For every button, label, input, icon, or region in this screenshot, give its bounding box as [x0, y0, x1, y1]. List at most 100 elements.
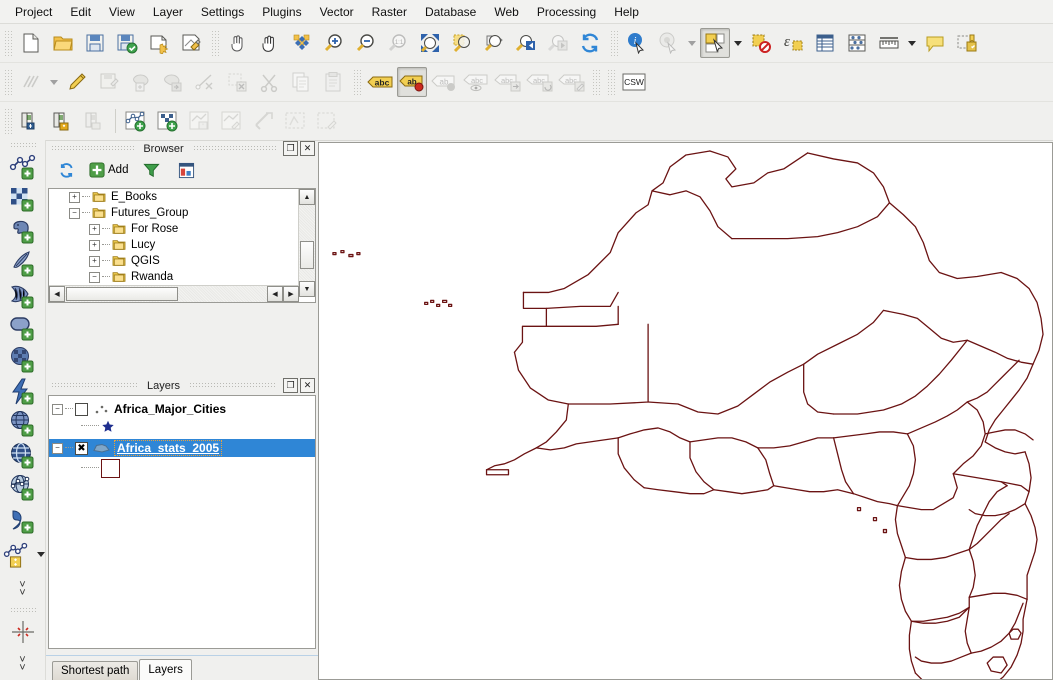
add-db2-layer-icon[interactable]: [5, 344, 41, 376]
layout-manager-icon[interactable]: [176, 28, 206, 58]
browser-tree[interactable]: + E_Books − Futures_Group + For Rose + L…: [48, 188, 316, 303]
panel-drag-dots[interactable]: [51, 382, 138, 389]
refresh-icon[interactable]: [575, 28, 605, 58]
add-delimited-text-layer-icon[interactable]: [5, 504, 41, 536]
tree-item-for-rose[interactable]: + For Rose: [49, 221, 299, 237]
menu-item-processing[interactable]: Processing: [528, 3, 605, 21]
expander-icon[interactable]: −: [89, 271, 100, 283]
layer-visibility-checkbox[interactable]: [75, 402, 88, 416]
offline-editing-icon[interactable]: [48, 106, 78, 136]
add-mssql-layer-icon[interactable]: [5, 280, 41, 312]
zoom-full-icon[interactable]: [415, 28, 445, 58]
add-postgis-layer-icon[interactable]: [5, 215, 41, 247]
add-oracle-layer-icon[interactable]: [5, 312, 41, 344]
new-layer-dropdown-icon[interactable]: [36, 552, 45, 558]
new-print-layout-icon[interactable]: [144, 28, 174, 58]
move-feature-icon[interactable]: [287, 28, 317, 58]
toolbar-grip-plugins-a[interactable]: [592, 69, 601, 95]
tree-item-lucy[interactable]: + Lucy: [49, 237, 299, 253]
open-project-icon[interactable]: [48, 28, 78, 58]
scroll-thumb[interactable]: [300, 241, 314, 269]
menu-item-raster[interactable]: Raster: [363, 3, 416, 21]
menu-item-web[interactable]: Web: [485, 3, 527, 21]
pin-labels-icon[interactable]: ab: [397, 67, 427, 97]
deselect-features-icon[interactable]: [746, 28, 776, 58]
menu-item-view[interactable]: View: [100, 3, 144, 21]
zoom-out-icon[interactable]: [351, 28, 381, 58]
layers-tree[interactable]: − Africa_Major_Cities − ✖ Africa_stats_2…: [48, 395, 316, 649]
scroll-down-button[interactable]: ▼: [299, 281, 315, 297]
refresh-browser-icon[interactable]: [50, 157, 82, 183]
toggle-editing-icon[interactable]: [62, 67, 92, 97]
toolbar-grip-label[interactable]: [353, 69, 362, 95]
filter-browser-icon[interactable]: [135, 157, 167, 183]
toolbar-grip-metasearch[interactable]: [607, 69, 616, 95]
expand-toolbar-chevron-bottom-icon[interactable]: ˅ ˅: [5, 648, 41, 680]
menu-item-database[interactable]: Database: [416, 3, 485, 21]
panel-drag-dots-right[interactable]: [192, 145, 276, 152]
new-project-icon[interactable]: [16, 28, 46, 58]
zoom-layer-icon[interactable]: [479, 28, 509, 58]
select-features-icon[interactable]: [700, 28, 730, 58]
add-spatialite-layer-icon[interactable]: [5, 247, 41, 279]
menu-item-edit[interactable]: Edit: [61, 3, 100, 21]
tab-layers[interactable]: Layers: [139, 659, 192, 680]
tree-item-qgis[interactable]: + QGIS: [49, 253, 299, 269]
browser-horizontal-scrollbar[interactable]: ◀ ◀ ▶: [49, 285, 299, 302]
tab-shortest-path[interactable]: Shortest path: [52, 661, 139, 680]
toolbar-grip-attributes[interactable]: [610, 30, 619, 56]
metasearch-csw-icon[interactable]: CSW: [619, 67, 649, 97]
collapse-all-icon[interactable]: [170, 157, 202, 183]
new-bookmark-icon[interactable]: [952, 28, 982, 58]
save-project-icon[interactable]: [80, 28, 110, 58]
menu-item-plugins[interactable]: Plugins: [253, 3, 310, 21]
add-virtual-layer-icon[interactable]: [5, 376, 41, 408]
toolbar-grip-navigation[interactable]: [211, 30, 220, 56]
georeferencer-icon[interactable]: [5, 616, 41, 648]
expander-icon[interactable]: +: [69, 191, 80, 203]
current-edits-dropdown-icon[interactable]: [50, 79, 58, 85]
layer-expander-icon[interactable]: −: [52, 442, 63, 454]
toolbar-grip-database[interactable]: [4, 108, 13, 134]
new-shapefile-layer-icon[interactable]: [0, 537, 34, 573]
add-wcs-layer-icon[interactable]: [5, 440, 41, 472]
attribute-table-icon[interactable]: [810, 28, 840, 58]
zoom-last-icon[interactable]: [511, 28, 541, 58]
browser-float-button[interactable]: ❐: [283, 141, 298, 156]
tree-item-rwanda[interactable]: − Rwanda: [49, 269, 299, 285]
add-selected-layers-button[interactable]: Add: [85, 157, 132, 183]
statistics-icon[interactable]: [842, 28, 872, 58]
panel-drag-dots[interactable]: [51, 145, 135, 152]
layers-float-button[interactable]: ❐: [283, 378, 298, 393]
layer-row-africa-stats-2005[interactable]: − ✖ Africa_stats_2005: [49, 439, 315, 457]
zoom-in-icon[interactable]: [319, 28, 349, 58]
toolbar-grip[interactable]: [4, 30, 13, 56]
label-layer-icon[interactable]: abc: [365, 67, 395, 97]
menu-item-settings[interactable]: Settings: [192, 3, 253, 21]
select-features-dropdown-icon[interactable]: [734, 40, 742, 46]
scroll-left-button[interactable]: ◀: [49, 286, 65, 302]
menu-item-help[interactable]: Help: [605, 3, 648, 21]
pan-map-icon[interactable]: [255, 28, 285, 58]
save-project-as-icon[interactable]: [112, 28, 142, 58]
scroll-up-button[interactable]: ▲: [299, 189, 315, 205]
scroll-right-button[interactable]: ▶: [283, 286, 299, 302]
map-canvas-frame[interactable]: [318, 142, 1053, 680]
select-by-expression-icon[interactable]: ε: [778, 28, 808, 58]
browser-close-button[interactable]: ✕: [300, 141, 315, 156]
map-tips-icon[interactable]: [920, 28, 950, 58]
expander-icon[interactable]: +: [89, 255, 100, 267]
scroll-left-button-2[interactable]: ◀: [267, 286, 283, 302]
layer-visibility-checkbox[interactable]: ✖: [75, 441, 88, 455]
add-raster-layer-icon[interactable]: [5, 183, 41, 215]
layers-close-button[interactable]: ✕: [300, 378, 315, 393]
pan-selection-icon[interactable]: [223, 28, 253, 58]
new-geopackage-layer-icon[interactable]: [153, 106, 183, 136]
expand-toolbar-chevron-icon[interactable]: ˅ ˅: [5, 573, 41, 605]
browser-vertical-scrollbar[interactable]: ▲ ▼: [298, 189, 315, 297]
menu-item-layer[interactable]: Layer: [144, 3, 192, 21]
vertical-toolbar-grip-2[interactable]: [9, 606, 36, 614]
expander-icon[interactable]: −: [69, 207, 80, 219]
menu-item-project[interactable]: Project: [6, 3, 61, 21]
add-wms-layer-icon[interactable]: [5, 408, 41, 440]
